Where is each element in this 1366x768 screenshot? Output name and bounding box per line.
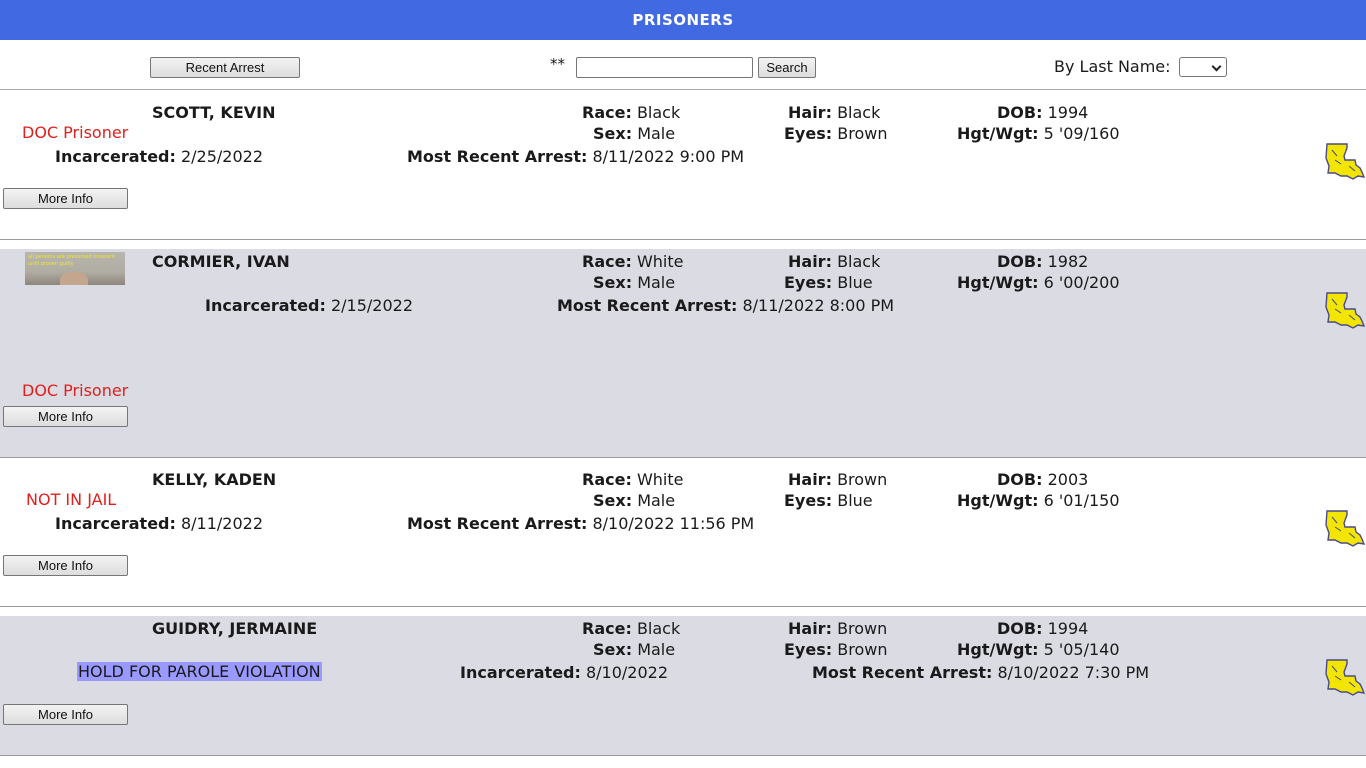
record-divider <box>0 755 1366 756</box>
sex-field: Sex: Male <box>593 640 676 659</box>
louisiana-state-icon <box>1325 143 1365 180</box>
sex-field: Sex: Male <box>593 491 676 510</box>
hair-field: Hair: Brown <box>788 619 888 638</box>
photo-caption: all persons are presumed innocent until … <box>28 254 115 267</box>
search-input[interactable] <box>576 57 753 78</box>
louisiana-state-icon <box>1325 292 1365 329</box>
incarcerated-field: Incarcerated: 8/11/2022 <box>55 514 264 533</box>
prisoner-record: KELLY, KADEN NOT IN JAIL Race: White Sex… <box>0 458 1366 606</box>
more-info-button[interactable]: More Info <box>3 555 128 576</box>
dob-field: DOB: 1994 <box>997 619 1089 638</box>
prisoner-name: SCOTT, KEVIN <box>152 103 276 122</box>
eyes-field: Eyes: Blue <box>784 491 873 510</box>
more-info-button[interactable]: More Info <box>3 406 128 427</box>
more-info-button[interactable]: More Info <box>3 704 128 725</box>
prisoner-record: GUIDRY, JERMAINE Race: Black Sex: Male H… <box>0 616 1366 755</box>
eyes-field: Eyes: Brown <box>784 640 888 659</box>
hgt-wgt-field: Hgt/Wgt: 5 '05/140 <box>957 640 1120 659</box>
custody-status: NOT IN JAIL <box>26 490 117 509</box>
hgt-wgt-field: Hgt/Wgt: 6 '00/200 <box>957 273 1120 292</box>
prisoner-record: SCOTT, KEVIN DOC Prisoner Race: Black Se… <box>0 91 1366 239</box>
hgt-wgt-field: Hgt/Wgt: 6 '01/150 <box>957 491 1120 510</box>
chevron-down-icon <box>1211 61 1222 72</box>
hair-field: Hair: Black <box>788 252 881 271</box>
most-recent-arrest-field: Most Recent Arrest: 8/10/2022 11:56 PM <box>407 514 755 533</box>
incarcerated-field: Incarcerated: 2/15/2022 <box>205 296 414 315</box>
by-last-name-label: By Last Name: <box>1054 57 1171 76</box>
mugshot-face <box>60 272 88 285</box>
custody-status: HOLD FOR PAROLE VIOLATION <box>77 662 322 681</box>
more-info-button[interactable]: More Info <box>3 188 128 209</box>
incarcerated-field: Incarcerated: 8/10/2022 <box>460 663 669 682</box>
custody-status: DOC Prisoner <box>22 123 129 142</box>
incarcerated-field: Incarcerated: 2/25/2022 <box>55 147 264 166</box>
search-prefix-label: ** <box>550 55 565 73</box>
eyes-field: Eyes: Brown <box>784 124 888 143</box>
race-field: Race: Black <box>582 103 681 122</box>
custody-status: DOC Prisoner <box>22 381 129 400</box>
hgt-wgt-field: Hgt/Wgt: 5 '09/160 <box>957 124 1120 143</box>
most-recent-arrest-field: Most Recent Arrest: 8/11/2022 8:00 PM <box>557 296 895 315</box>
prisoner-name: KELLY, KADEN <box>152 470 277 489</box>
search-toolbar: Recent Arrest ** Search By Last Name: <box>0 40 1366 90</box>
last-name-select[interactable] <box>1179 57 1227 77</box>
most-recent-arrest-field: Most Recent Arrest: 8/10/2022 7:30 PM <box>812 663 1150 682</box>
dob-field: DOB: 2003 <box>997 470 1089 489</box>
prisoner-name: GUIDRY, JERMAINE <box>152 619 318 638</box>
search-button[interactable]: Search <box>758 57 816 78</box>
record-divider <box>0 239 1366 240</box>
prisoner-record: all persons are presumed innocent until … <box>0 249 1366 457</box>
hair-field: Hair: Brown <box>788 470 888 489</box>
race-field: Race: White <box>582 252 684 271</box>
dob-field: DOB: 1982 <box>997 252 1089 271</box>
sex-field: Sex: Male <box>593 124 676 143</box>
sex-field: Sex: Male <box>593 273 676 292</box>
eyes-field: Eyes: Blue <box>784 273 873 292</box>
recent-arrest-button[interactable]: Recent Arrest <box>150 57 300 78</box>
dob-field: DOB: 1994 <box>997 103 1089 122</box>
prisoner-name: CORMIER, IVAN <box>152 252 290 271</box>
hair-field: Hair: Black <box>788 103 881 122</box>
mugshot-photo[interactable]: all persons are presumed innocent until … <box>25 252 125 285</box>
louisiana-state-icon <box>1325 659 1365 696</box>
race-field: Race: White <box>582 470 684 489</box>
most-recent-arrest-field: Most Recent Arrest: 8/11/2022 9:00 PM <box>407 147 745 166</box>
page-title: PRISONERS <box>0 0 1366 40</box>
record-divider <box>0 606 1366 607</box>
louisiana-state-icon <box>1325 510 1365 547</box>
race-field: Race: Black <box>582 619 681 638</box>
